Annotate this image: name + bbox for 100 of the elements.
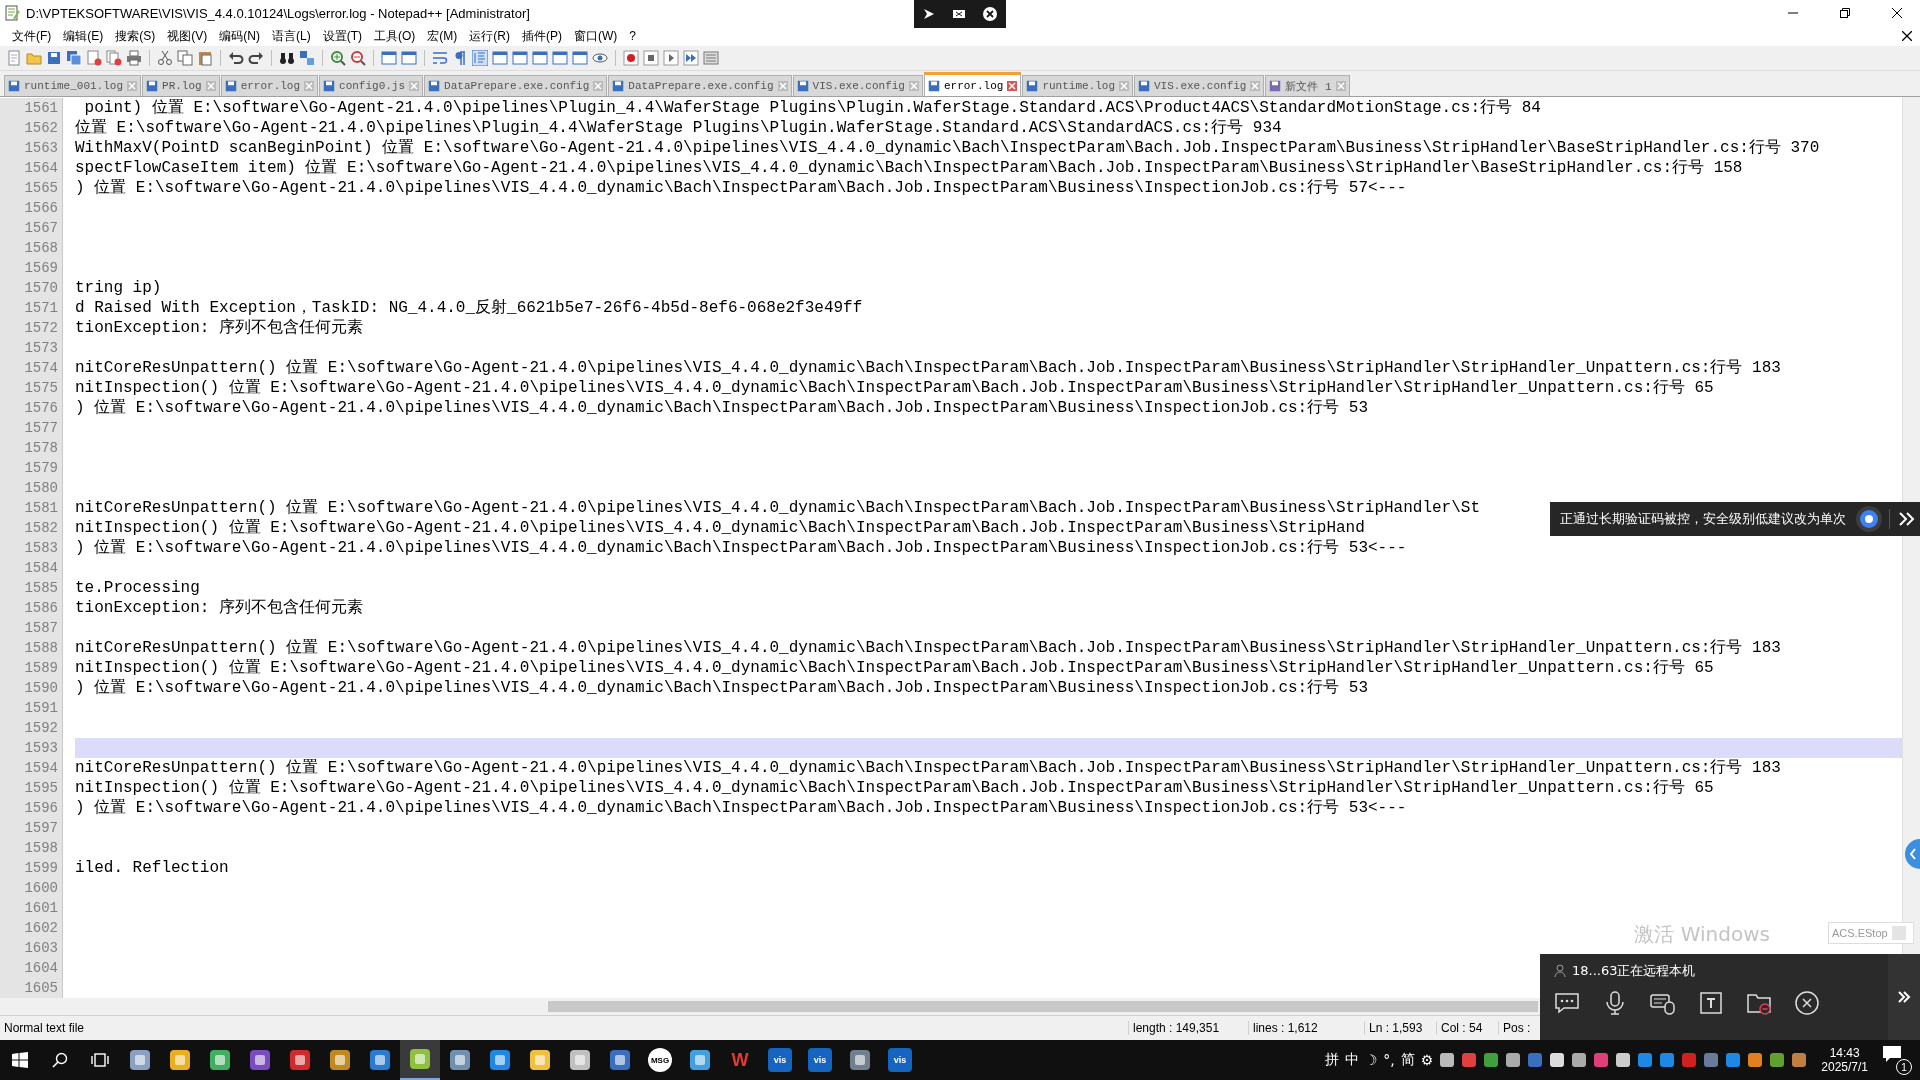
tray-indicator[interactable]: 中 xyxy=(1344,1051,1359,1069)
file-tab[interactable]: VIS.exe.config xyxy=(1134,75,1265,96)
menu-item[interactable]: 插件(P) xyxy=(516,27,568,45)
menu-item[interactable]: 设置(T) xyxy=(316,27,368,45)
file-icon xyxy=(1269,80,1282,92)
menu-item[interactable]: 编码(N) xyxy=(213,27,266,45)
menu-item[interactable]: 语言(L) xyxy=(266,27,317,45)
tray-app-icon[interactable] xyxy=(1549,1052,1566,1068)
file-tab[interactable]: error.log xyxy=(220,75,319,96)
menu-item[interactable]: 宏(M) xyxy=(421,27,464,45)
file-tab[interactable]: config0.js xyxy=(319,75,424,96)
tray-app-icon[interactable] xyxy=(1747,1052,1764,1068)
line-number: 1575 xyxy=(0,378,63,398)
line-number: 1605 xyxy=(0,978,63,998)
taskbar-app[interactable]: vis xyxy=(800,1040,840,1080)
tray-app-icon[interactable] xyxy=(1505,1052,1522,1068)
menu-item[interactable]: 视图(V) xyxy=(161,27,214,45)
taskbar-app[interactable]: MSG xyxy=(640,1040,680,1080)
taskbar-app[interactable]: vis xyxy=(760,1040,800,1080)
file-tab[interactable]: runtime.log xyxy=(1022,75,1133,96)
line-number: 1600 xyxy=(0,878,63,898)
save-icon[interactable] xyxy=(46,50,62,66)
tray-app-icon[interactable] xyxy=(1791,1052,1808,1068)
file-tab[interactable]: PR.log xyxy=(142,75,220,96)
file-tab[interactable]: error.log xyxy=(923,72,1022,96)
tray-indicator[interactable]: ☽ xyxy=(1364,1052,1378,1068)
record-icon[interactable] xyxy=(623,50,639,66)
scissors-icon[interactable] xyxy=(157,50,173,66)
tray-indicator[interactable]: ⚙ xyxy=(1420,1052,1434,1068)
taskbar-app[interactable]: vis xyxy=(880,1040,920,1080)
copy-icon[interactable] xyxy=(177,50,193,66)
tray-app-icon[interactable] xyxy=(1483,1052,1500,1068)
replace-icon[interactable] xyxy=(299,50,315,66)
zoom-out-icon[interactable] xyxy=(350,50,366,66)
file-tab[interactable]: 新文件 1 xyxy=(1265,75,1350,96)
shield-circle-icon[interactable] xyxy=(1855,505,1883,533)
log-line: nitInspection() 位置 E:\software\Go-Agent-21.4.0\pipelines\VIS_4.4.0_dynamic\Bach\InspectParam\Bach.Job.InspectParam\Business\StripHand xyxy=(75,518,1365,538)
tray-app-icon[interactable] xyxy=(1769,1052,1786,1068)
paragraph-mark-icon[interactable] xyxy=(452,50,468,66)
clipboard-icon[interactable] xyxy=(197,50,213,66)
redo-icon[interactable] xyxy=(248,50,264,66)
line-number: 1590 xyxy=(0,678,63,698)
line-number: 1588 xyxy=(0,638,63,658)
notification-button[interactable]: 1 xyxy=(1882,1045,1912,1075)
line-number: 1601 xyxy=(0,898,63,918)
app-logo: vis xyxy=(768,1048,792,1072)
fast-forward-icon[interactable] xyxy=(683,50,699,66)
tray-indicator[interactable]: 拼 xyxy=(1324,1051,1339,1069)
file-icon xyxy=(323,80,336,92)
text-box-icon[interactable] xyxy=(1698,990,1724,1016)
log-line: ) 位置 E:\software\Go-Agent-21.4.0\pipelines\VIS_4.4.0_dynamic\Bach\InspectParam\Bach.Job.InspectParam\Business\InspectionJob.cs:行号 53 xyxy=(75,678,1368,698)
menu-item[interactable]: 窗口(W) xyxy=(568,27,624,45)
printer-icon[interactable] xyxy=(126,50,142,66)
line-number: 1565 xyxy=(0,178,63,198)
log-line: nitCoreResUnpattern() 位置 E:\software\Go-Agent-21.4.0\pipelines\VIS_4.4.0_dynamic\Bach\InspectParam\Bach.Job.InspectParam\Business\StripHandler\StripHandler_Unpattern.cs:行号 183 xyxy=(75,358,1781,378)
file-tab[interactable]: runtime_001.log xyxy=(4,75,142,96)
menu-item[interactable]: 搜索(S) xyxy=(109,27,162,45)
tray-indicator[interactable]: °, xyxy=(1383,1052,1395,1068)
menu-item[interactable]: ? xyxy=(623,29,642,43)
file-tab[interactable]: DataPrepare.exe.config xyxy=(608,75,792,96)
pointer-icon[interactable] xyxy=(922,7,936,21)
line-number: 1594 xyxy=(0,758,63,778)
close-all-icon[interactable] xyxy=(106,50,122,66)
taskbar-app[interactable] xyxy=(400,1040,440,1080)
file-tab[interactable]: VIS.exe.config xyxy=(792,75,923,96)
save-all-icon[interactable] xyxy=(66,50,82,66)
log-line: spectFlowCaseItem item) 位置 E:\software\Go-Agent-21.4.0\pipelines\VIS_4.4.0_dynamic\Bach\InspectParam\Bach.Job.InspectParam\Business\StripHandler\BaseStripHandler.cs:行号 158 xyxy=(75,158,1743,178)
notification-text: 正通过长期验证码被控，安全级别低建议改为单次 xyxy=(1560,510,1847,528)
line-number: 1585 xyxy=(0,578,63,598)
zoom-in-icon[interactable] xyxy=(330,50,346,66)
menu-item[interactable]: 编辑(E) xyxy=(57,27,110,45)
menu-item[interactable]: 运行(R) xyxy=(463,27,516,45)
close-document-icon[interactable] xyxy=(86,50,102,66)
tray-app-icon[interactable] xyxy=(1439,1052,1456,1068)
tray-app-icon[interactable] xyxy=(1615,1052,1632,1068)
log-line: ) 位置 E:\software\Go-Agent-21.4.0\pipelines\VIS_4.4.0_dynamic\Bach\InspectParam\Bach.Job.InspectParam\Business\InspectionJob.cs:行号 53<--- xyxy=(75,798,1407,818)
menu-item[interactable]: 文件(F) xyxy=(6,27,58,45)
close-icon[interactable] xyxy=(982,6,998,22)
minimize-window-icon[interactable] xyxy=(952,7,966,21)
undo-icon[interactable] xyxy=(228,50,244,66)
double-chevron-icon[interactable] xyxy=(1896,989,1912,1005)
file-icon xyxy=(428,80,441,92)
taskbar-app[interactable]: W xyxy=(720,1040,760,1080)
wrap-icon[interactable] xyxy=(432,50,448,66)
scrollbar-thumb[interactable] xyxy=(548,1001,1538,1012)
tray-indicator[interactable]: 简 xyxy=(1400,1051,1415,1069)
file-tab[interactable]: DataPrepare.exe.config xyxy=(424,75,608,96)
file-icon xyxy=(8,80,20,92)
play-icon[interactable] xyxy=(663,50,679,66)
binoculars-icon[interactable] xyxy=(279,50,295,66)
eye-icon[interactable] xyxy=(592,50,608,66)
menu-item[interactable]: 工具(O) xyxy=(368,27,422,45)
tray-app-icon[interactable] xyxy=(1571,1052,1588,1068)
stop-icon[interactable] xyxy=(643,50,659,66)
close-icon[interactable] xyxy=(1902,31,1912,41)
line-number: 1562 xyxy=(0,118,63,138)
line-number: 1584 xyxy=(0,558,63,578)
chat-icon[interactable] xyxy=(1554,990,1580,1016)
clock[interactable]: 14:43 2025/7/1 xyxy=(1813,1046,1876,1074)
log-line: WithMaxV(PointD scanBeginPoint) 位置 E:\software\Go-Agent-21.4.0\pipelines\VIS_4.4.0_dynamic\Bach\InspectParam\Bach.Job.InspectParam\Business\StripHandler\BaseStripHandler.cs:行号 370 xyxy=(75,138,1820,158)
